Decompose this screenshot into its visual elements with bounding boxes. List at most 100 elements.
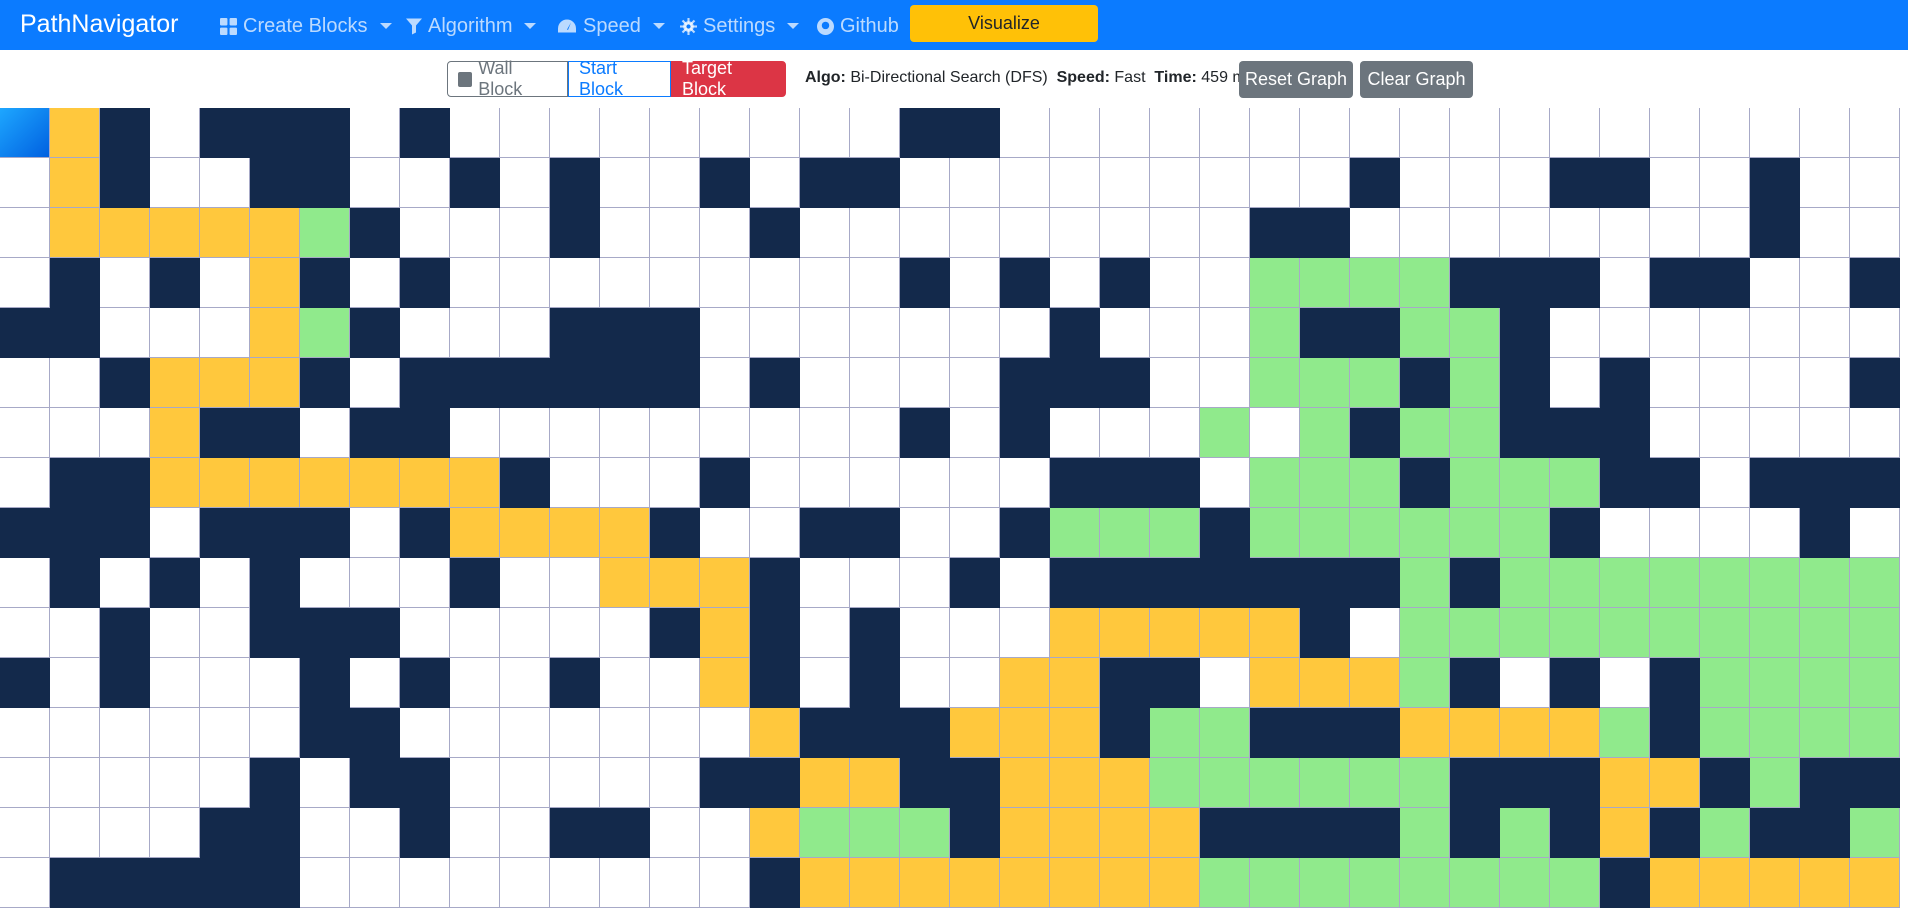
grid-cell[interactable] bbox=[350, 808, 400, 858]
grid-cell[interactable] bbox=[1600, 508, 1650, 558]
grid-cell[interactable] bbox=[600, 258, 650, 308]
visited-cell[interactable] bbox=[300, 208, 350, 258]
visited-cell[interactable] bbox=[1850, 658, 1900, 708]
wall-cell[interactable] bbox=[400, 808, 450, 858]
visited-cell[interactable] bbox=[1450, 608, 1500, 658]
visited-cell[interactable] bbox=[1550, 458, 1600, 508]
visited-cell[interactable] bbox=[1650, 558, 1700, 608]
grid-cell[interactable] bbox=[850, 458, 900, 508]
path-cell[interactable] bbox=[1250, 608, 1300, 658]
wall-cell[interactable] bbox=[1600, 358, 1650, 408]
grid-cell[interactable] bbox=[350, 258, 400, 308]
wall-cell[interactable] bbox=[1650, 708, 1700, 758]
grid-cell[interactable] bbox=[600, 408, 650, 458]
path-cell[interactable] bbox=[250, 358, 300, 408]
grid-cell[interactable] bbox=[750, 158, 800, 208]
wall-cell[interactable] bbox=[1800, 508, 1850, 558]
grid-cell[interactable] bbox=[950, 608, 1000, 658]
grid-cell[interactable] bbox=[1800, 108, 1850, 158]
grid-cell[interactable] bbox=[800, 408, 850, 458]
grid-cell[interactable] bbox=[1650, 408, 1700, 458]
wall-cell[interactable] bbox=[1850, 358, 1900, 408]
grid-cell[interactable] bbox=[1650, 108, 1700, 158]
grid-cell[interactable] bbox=[700, 208, 750, 258]
wall-cell[interactable] bbox=[300, 358, 350, 408]
grid-cell[interactable] bbox=[900, 208, 950, 258]
wall-cell[interactable] bbox=[1250, 808, 1300, 858]
grid-cell[interactable] bbox=[800, 208, 850, 258]
grid-cell[interactable] bbox=[1750, 308, 1800, 358]
visited-cell[interactable] bbox=[1400, 508, 1450, 558]
path-cell[interactable] bbox=[1100, 608, 1150, 658]
path-cell[interactable] bbox=[900, 858, 950, 908]
grid-cell[interactable] bbox=[1300, 158, 1350, 208]
wall-cell[interactable] bbox=[100, 158, 150, 208]
wall-cell[interactable] bbox=[850, 658, 900, 708]
grid-cell[interactable] bbox=[950, 308, 1000, 358]
wall-cell[interactable] bbox=[1800, 808, 1850, 858]
grid-cell[interactable] bbox=[1000, 608, 1050, 658]
grid-cell[interactable] bbox=[1050, 408, 1100, 458]
grid-cell[interactable] bbox=[900, 608, 950, 658]
path-cell[interactable] bbox=[500, 508, 550, 558]
wall-cell[interactable] bbox=[1050, 558, 1100, 608]
grid-cell[interactable] bbox=[150, 808, 200, 858]
grid-cell[interactable] bbox=[1800, 358, 1850, 408]
wall-cell[interactable] bbox=[650, 608, 700, 658]
wall-cell[interactable] bbox=[1100, 558, 1150, 608]
grid-cell[interactable] bbox=[800, 258, 850, 308]
grid-cell[interactable] bbox=[1500, 208, 1550, 258]
grid-cell[interactable] bbox=[550, 758, 600, 808]
wall-cell[interactable] bbox=[1200, 808, 1250, 858]
grid-cell[interactable] bbox=[700, 108, 750, 158]
wall-cell[interactable] bbox=[100, 658, 150, 708]
path-cell[interactable] bbox=[150, 358, 200, 408]
wall-cell[interactable] bbox=[200, 858, 250, 908]
grid-cell[interactable] bbox=[250, 658, 300, 708]
grid-cell[interactable] bbox=[800, 108, 850, 158]
wall-cell[interactable] bbox=[1300, 308, 1350, 358]
path-cell[interactable] bbox=[1100, 858, 1150, 908]
grid-cell[interactable] bbox=[350, 158, 400, 208]
wall-cell[interactable] bbox=[1550, 658, 1600, 708]
grid-cell[interactable] bbox=[350, 358, 400, 408]
grid-cell[interactable] bbox=[300, 758, 350, 808]
path-cell[interactable] bbox=[1000, 808, 1050, 858]
grid-cell[interactable] bbox=[50, 658, 100, 708]
grid-cell[interactable] bbox=[1400, 108, 1450, 158]
wall-cell[interactable] bbox=[1700, 758, 1750, 808]
grid-cell[interactable] bbox=[900, 358, 950, 408]
visited-cell[interactable] bbox=[1150, 508, 1200, 558]
grid-cell[interactable] bbox=[1150, 408, 1200, 458]
grid-cell[interactable] bbox=[900, 508, 950, 558]
wall-cell[interactable] bbox=[1100, 658, 1150, 708]
grid-cell[interactable] bbox=[1150, 308, 1200, 358]
grid-cell[interactable] bbox=[400, 858, 450, 908]
brand-logo[interactable]: PathNavigator bbox=[20, 10, 178, 39]
grid-cell[interactable] bbox=[900, 158, 950, 208]
grid-cell[interactable] bbox=[1650, 208, 1700, 258]
grid-cell[interactable] bbox=[750, 258, 800, 308]
wall-cell[interactable] bbox=[350, 758, 400, 808]
grid-cell[interactable] bbox=[1500, 658, 1550, 708]
wall-cell[interactable] bbox=[1200, 508, 1250, 558]
grid-cell[interactable] bbox=[50, 708, 100, 758]
grid-cell[interactable] bbox=[1600, 208, 1650, 258]
path-cell[interactable] bbox=[50, 158, 100, 208]
grid-cell[interactable] bbox=[700, 508, 750, 558]
visited-cell[interactable] bbox=[1400, 608, 1450, 658]
path-cell[interactable] bbox=[1650, 858, 1700, 908]
visited-cell[interactable] bbox=[1250, 308, 1300, 358]
visited-cell[interactable] bbox=[1450, 408, 1500, 458]
grid-cell[interactable] bbox=[450, 658, 500, 708]
wall-cell[interactable] bbox=[550, 658, 600, 708]
wall-cell[interactable] bbox=[750, 208, 800, 258]
path-cell[interactable] bbox=[1150, 858, 1200, 908]
wall-cell[interactable] bbox=[100, 458, 150, 508]
wall-cell[interactable] bbox=[150, 558, 200, 608]
wall-cell[interactable] bbox=[50, 858, 100, 908]
visited-cell[interactable] bbox=[1450, 458, 1500, 508]
visited-cell[interactable] bbox=[1400, 308, 1450, 358]
wall-cell[interactable] bbox=[100, 858, 150, 908]
grid-cell[interactable] bbox=[900, 658, 950, 708]
